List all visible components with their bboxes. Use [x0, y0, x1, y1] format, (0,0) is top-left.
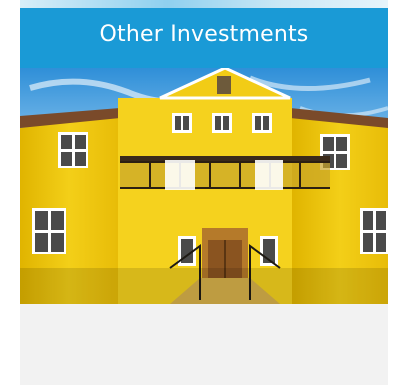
building-illustration — [20, 68, 388, 304]
tile-title: Other Investments — [99, 22, 309, 47]
tile-header[interactable]: Other Investments — [20, 0, 388, 68]
investment-tile[interactable]: Other Investments — [20, 0, 388, 385]
building-photo-icon[interactable] — [20, 68, 388, 304]
tile-body — [20, 304, 388, 385]
header-sky-strip — [20, 0, 388, 8]
